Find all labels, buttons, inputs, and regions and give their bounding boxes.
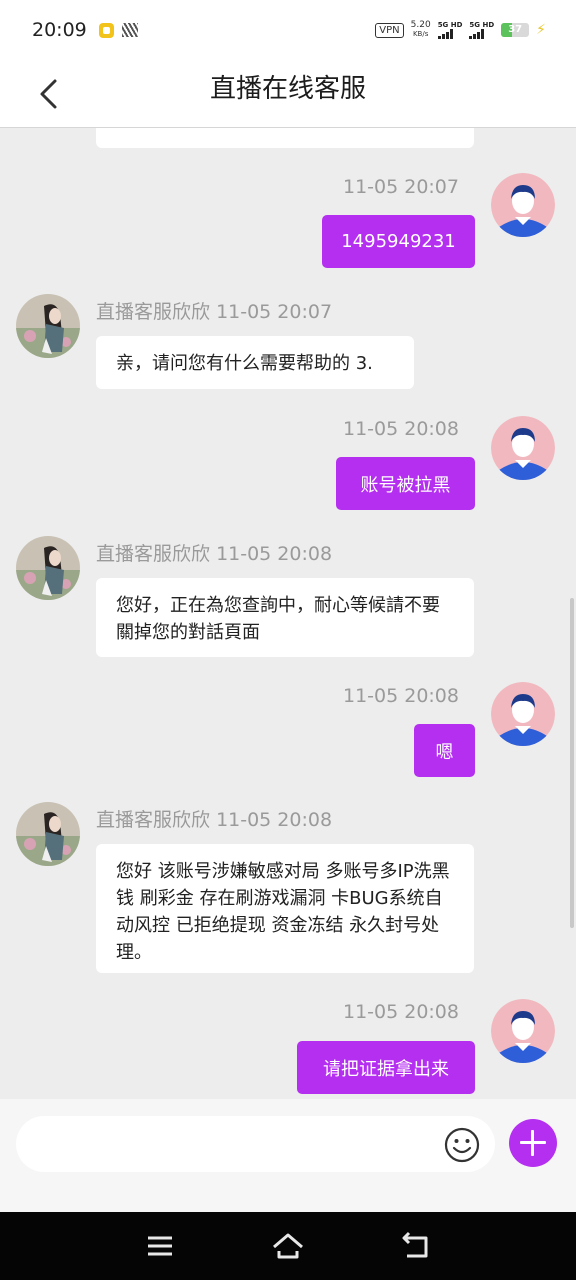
message-bubble-partial [96, 128, 474, 148]
chat-messages[interactable]: 11-05 20:07 1495949231 直播客服欣欣 11-05 20:0… [0, 128, 576, 1099]
agent-avatar[interactable] [16, 536, 80, 600]
menu-icon [148, 1236, 172, 1256]
sender-name: 直播客服欣欣 [96, 543, 211, 565]
page-title: 直播在线客服 [209, 74, 366, 104]
network-speed: 5.20 KB/s [411, 21, 431, 39]
user-avatar[interactable] [491, 682, 555, 746]
charging-icon: ⚡ [536, 22, 546, 38]
back-icon [402, 1231, 428, 1258]
signal-label: 5G HD [437, 21, 463, 29]
incoming-message[interactable]: 您好 该账号涉嫌敏感对局 多账号多IP洗黑钱 刷彩金 存在刷游戏漏洞 卡BUG系… [96, 844, 474, 973]
chat-header: 直播在线客服 [0, 60, 576, 128]
network-speed-unit: KB/s [412, 30, 429, 38]
user-avatar-icon [491, 999, 555, 1063]
message-time: 11-05 20:07 [342, 176, 459, 198]
emoji-button[interactable] [443, 1126, 481, 1164]
status-bar: 20:09 VPN 5.20 KB/s 5G HD 5G HD 37 ⚡ [0, 0, 576, 60]
plus-button[interactable] [509, 1119, 557, 1167]
agent-avatar[interactable] [16, 802, 80, 866]
outgoing-message[interactable]: 请把证据拿出来 [297, 1041, 475, 1094]
message-time: 11-05 20:08 [342, 418, 459, 440]
user-avatar[interactable] [491, 173, 555, 237]
signal-icon: 5G HD [437, 21, 463, 39]
battery-icon: 37 [501, 23, 530, 37]
agent-avatar-icon [16, 802, 80, 866]
input-bar [0, 1099, 576, 1212]
incoming-message[interactable]: 您好，正在為您查詢中，耐心等候請不要關掉您的對話頁面 [96, 578, 474, 657]
app-notification-icon [98, 22, 114, 38]
outgoing-message[interactable]: 账号被拉黑 [336, 457, 475, 510]
outgoing-message[interactable]: 1495949231 [322, 215, 475, 268]
agent-avatar[interactable] [16, 294, 80, 358]
system-nav-bar [0, 1212, 576, 1280]
battery-level: 37 [508, 24, 523, 35]
agent-avatar-icon [16, 536, 80, 600]
signal-icon: 5G HD [469, 21, 494, 39]
signal-bars [437, 29, 453, 39]
user-avatar-icon [491, 682, 555, 746]
message-time: 11-05 20:08 [216, 809, 333, 831]
scrollbar[interactable] [570, 598, 574, 928]
smiley-icon [444, 1127, 480, 1163]
sender-name: 直播客服欣欣 [96, 301, 211, 323]
message-header: 直播客服欣欣 11-05 20:07 [96, 297, 332, 324]
home-button[interactable] [271, 1229, 305, 1263]
signal-label: 5G HD [469, 21, 495, 29]
user-avatar-icon [491, 416, 555, 480]
message-input[interactable] [16, 1116, 495, 1172]
menu-button[interactable] [143, 1229, 177, 1263]
outgoing-message[interactable]: 嗯 [414, 724, 475, 777]
signal-bars [469, 29, 485, 39]
message-time: 11-05 20:08 [342, 1001, 459, 1023]
app-notification-icon [121, 23, 138, 37]
home-icon [273, 1233, 303, 1259]
message-time: 11-05 20:07 [216, 301, 333, 323]
back-nav-button[interactable] [399, 1229, 433, 1263]
vpn-icon: VPN [375, 22, 404, 38]
user-avatar[interactable] [491, 416, 555, 480]
message-time: 11-05 20:08 [216, 543, 333, 565]
message-header: 直播客服欣欣 11-05 20:08 [96, 805, 332, 832]
sender-name: 直播客服欣欣 [96, 809, 211, 831]
user-avatar[interactable] [491, 999, 555, 1063]
notification-icons [98, 22, 138, 38]
incoming-message[interactable]: 亲，请问您有什么需要帮助的 3. [96, 336, 414, 389]
status-right: VPN 5.20 KB/s 5G HD 5G HD 37 ⚡ [375, 21, 546, 39]
message-time: 11-05 20:08 [342, 685, 459, 707]
message-header: 直播客服欣欣 11-05 20:08 [96, 539, 332, 566]
network-speed-value: 5.20 [410, 20, 431, 30]
user-avatar-icon [491, 173, 555, 237]
status-time: 20:09 [32, 19, 87, 41]
agent-avatar-icon [16, 294, 80, 358]
